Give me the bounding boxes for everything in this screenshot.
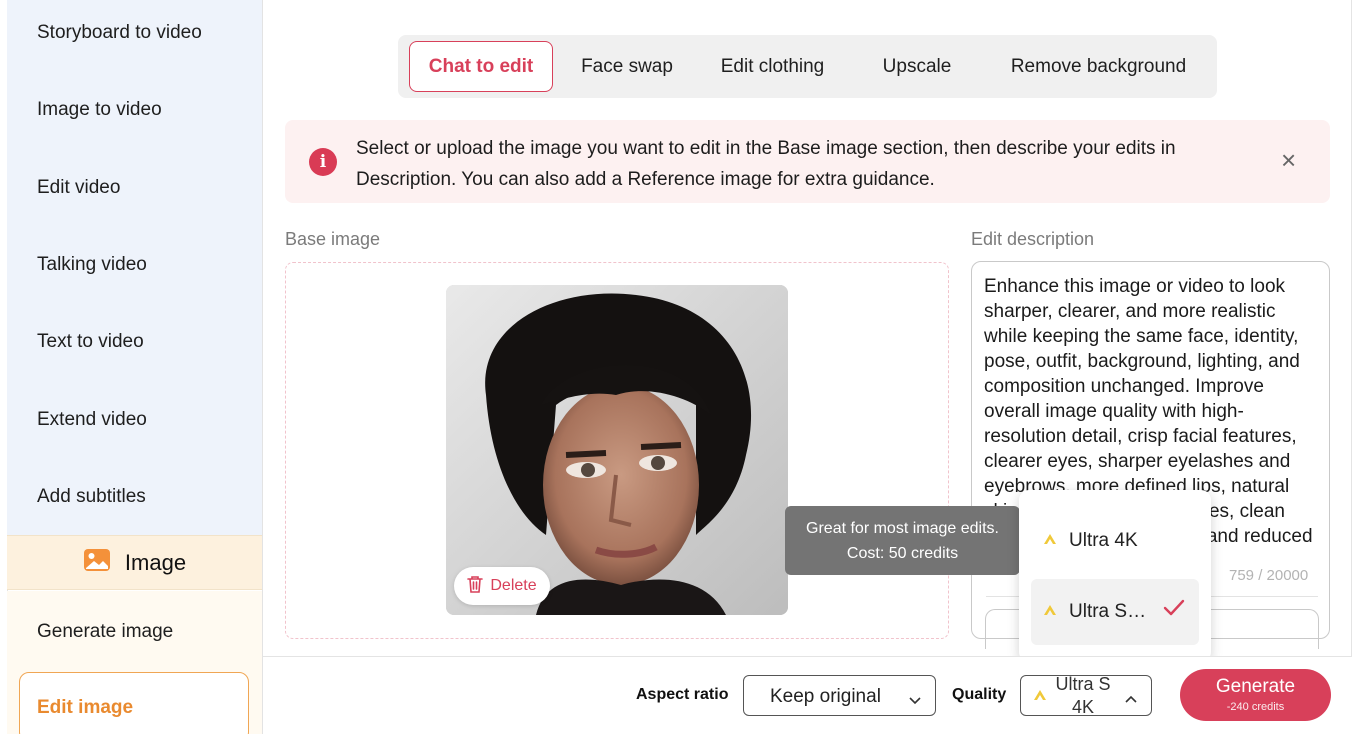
chevron-up-icon	[1125, 690, 1137, 708]
delete-button[interactable]: Delete	[454, 567, 550, 605]
sidebar-item-add-subtitles[interactable]: Add subtitles	[37, 486, 146, 508]
option-label: Ultra S…	[1069, 601, 1147, 622]
quality-value-line-1: Ultra S	[1055, 674, 1111, 694]
chevron-down-icon	[909, 692, 921, 710]
info-notice: i Select or upload the image you want to…	[285, 120, 1330, 203]
base-image-preview	[446, 285, 788, 615]
quality-select[interactable]: Ultra S 4K	[1020, 673, 1152, 719]
character-count: 759 / 20000	[1229, 567, 1309, 584]
sidebar-item-image-to-video[interactable]: Image to video	[37, 99, 162, 121]
quality-value: Ultra S 4K	[1053, 673, 1113, 719]
base-image-label: Base image	[285, 229, 381, 249]
tab-edit-clothing[interactable]: Edit clothing	[700, 41, 845, 92]
sidebar-item-storyboard-to-video[interactable]: Storyboard to video	[37, 22, 202, 44]
image-group-header[interactable]: Image	[7, 535, 262, 590]
bolt-icon	[1033, 688, 1047, 707]
bolt-icon	[1043, 601, 1057, 623]
sidebar-item-edit-image[interactable]: Edit image	[19, 672, 249, 734]
quality-dropdown-menu: Ultra 4K Ultra S…	[1019, 490, 1211, 662]
tab-upscale[interactable]: Upscale	[849, 41, 985, 92]
notice-text: Select or upload the image you want to e…	[356, 138, 1176, 190]
close-icon[interactable]: ×	[1281, 147, 1296, 173]
check-icon	[1163, 599, 1185, 623]
tab-remove-background[interactable]: Remove background	[989, 41, 1208, 92]
image-tools-group: Generate image Edit image	[7, 591, 262, 734]
generate-cost: -240 credits	[1226, 701, 1285, 713]
delete-label: Delete	[490, 577, 537, 594]
quality-option-ultra-s[interactable]: Ultra S…	[1031, 579, 1199, 645]
tab-chat-to-edit[interactable]: Chat to edit	[409, 41, 553, 92]
aspect-ratio-select[interactable]: Keep original	[743, 675, 936, 716]
bolt-icon	[1043, 530, 1057, 552]
sidebar-item-text-to-video[interactable]: Text to video	[37, 331, 144, 353]
video-tools-group: Storyboard to video Image to video Edit …	[7, 0, 262, 535]
sidebar-item-talking-video[interactable]: Talking video	[37, 254, 147, 276]
quality-tooltip: Great for most image edits. Cost: 50 cre…	[785, 506, 1028, 575]
image-icon	[83, 548, 111, 577]
quality-label: Quality	[952, 686, 1007, 703]
sidebar: Storyboard to video Image to video Edit …	[7, 0, 263, 734]
image-group-label: Image	[124, 549, 187, 575]
tooltip-line-2: Cost: 50 credits	[846, 545, 959, 562]
quality-option-ultra-4k[interactable]: Ultra 4K	[1031, 508, 1199, 574]
generate-label: Generate	[1215, 676, 1296, 697]
tab-face-swap[interactable]: Face swap	[558, 41, 696, 92]
edit-mode-tabs: Chat to edit Face swap Edit clothing Ups…	[398, 35, 1217, 98]
sidebar-item-extend-video[interactable]: Extend video	[37, 409, 147, 431]
trash-icon	[467, 575, 484, 598]
sidebar-item-label: Edit image	[37, 697, 134, 718]
tooltip-line-1: Great for most image edits.	[806, 520, 999, 537]
aspect-ratio-label: Aspect ratio	[636, 686, 729, 703]
aspect-ratio-value: Keep original	[770, 686, 881, 707]
edit-description-label: Edit description	[971, 229, 1095, 249]
generate-button[interactable]: Generate -240 credits	[1180, 669, 1331, 721]
sidebar-item-edit-video[interactable]: Edit video	[37, 177, 120, 199]
option-label: Ultra 4K	[1069, 530, 1138, 551]
info-icon: i	[309, 148, 337, 176]
sidebar-item-generate-image[interactable]: Generate image	[37, 621, 173, 643]
quality-value-line-2: 4K	[1071, 697, 1095, 717]
